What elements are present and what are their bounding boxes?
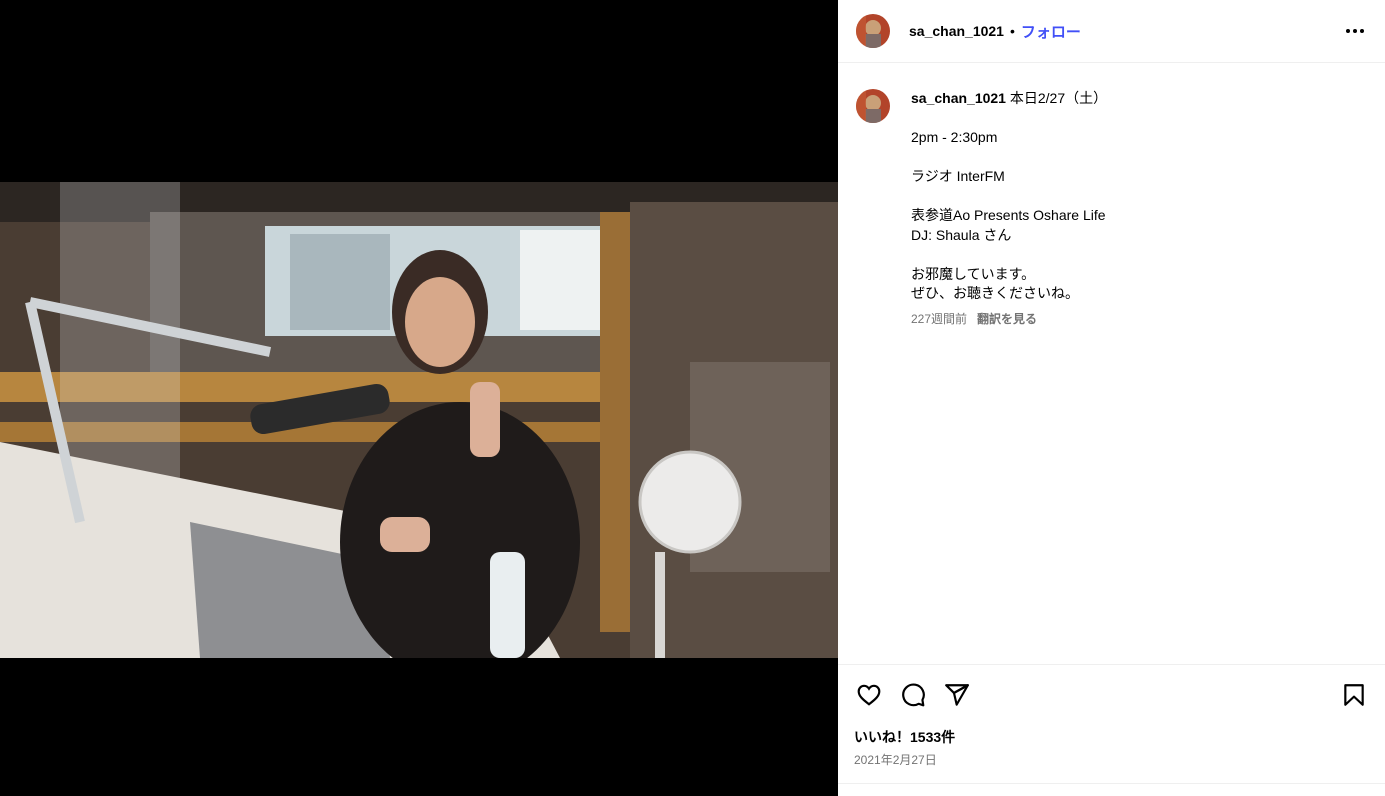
comment-icon[interactable]	[898, 680, 928, 710]
post-header: sa_chan_1021 • フォロー	[838, 0, 1385, 63]
comments-area: sa_chan_1021 本日2/27（土） 2pm - 2:30pm ラジオ …	[838, 63, 1385, 664]
caption-body: sa_chan_1021 本日2/27（土） 2pm - 2:30pm ラジオ …	[911, 89, 1107, 329]
post-date[interactable]: 2021年2月27日	[854, 751, 1369, 768]
post-photo[interactable]	[0, 182, 838, 658]
heart-icon[interactable]	[854, 680, 884, 710]
post-media	[0, 0, 838, 796]
caption-username[interactable]: sa_chan_1021	[911, 90, 1006, 106]
caption-avatar[interactable]	[856, 89, 890, 123]
send-icon[interactable]	[942, 680, 972, 710]
post-details-panel: sa_chan_1021 • フォロー sa_chan_1021 本日2/27（…	[838, 0, 1385, 796]
action-icons	[854, 665, 1369, 725]
caption-age: 227週間前	[911, 311, 968, 326]
likes-count[interactable]: いいね！1533件	[854, 727, 1369, 747]
avatar-image	[856, 14, 890, 48]
post-actions: いいね！1533件 2021年2月27日	[838, 664, 1385, 768]
avatar[interactable]	[856, 14, 890, 48]
radio-studio-photo	[0, 182, 838, 658]
bookmark-icon[interactable]	[1339, 680, 1369, 710]
separator-dot: •	[1009, 23, 1015, 39]
avatar-image	[856, 89, 890, 123]
header-username[interactable]: sa_chan_1021	[909, 23, 1004, 39]
follow-button[interactable]: フォロー	[1021, 21, 1081, 42]
divider	[838, 783, 1385, 784]
caption-text: 本日2/27（土） 2pm - 2:30pm ラジオ InterFM 表参道Ao…	[911, 90, 1108, 301]
more-horizontal-icon[interactable]	[1343, 19, 1367, 43]
caption-meta: 227週間前 翻訳を見る	[911, 310, 1107, 330]
translate-link[interactable]: 翻訳を見る	[977, 312, 1037, 326]
caption: sa_chan_1021 本日2/27（土） 2pm - 2:30pm ラジオ …	[856, 89, 1367, 329]
